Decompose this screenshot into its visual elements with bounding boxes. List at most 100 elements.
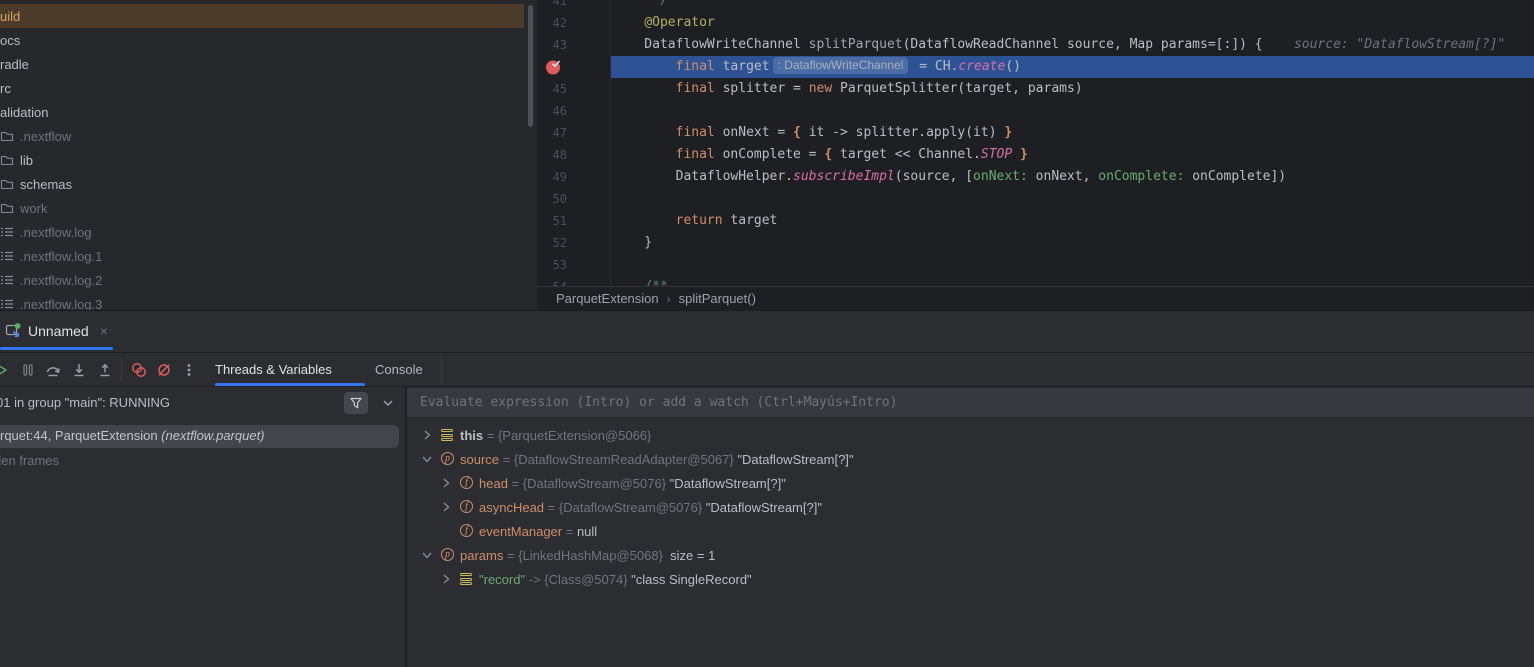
tree-item-label: .nextflow.log.1 (20, 249, 102, 264)
mute-breakpoints-icon[interactable] (156, 362, 172, 378)
debugger-toolbar: Threads & Variables Console (0, 352, 1534, 386)
tab-console[interactable]: Console (375, 353, 423, 386)
code-line-51[interactable]: return target (611, 210, 777, 232)
code-line-43[interactable]: DataflowWriteChannel splitParquet(Datafl… (611, 34, 1505, 56)
tree-item-label: .nextflow (20, 129, 71, 144)
log-file-icon (0, 224, 20, 240)
variable-row[interactable]: pparams = {LinkedHashMap@5068} size = 1 (407, 543, 1534, 567)
line-number: 45 (537, 78, 567, 100)
code-line-53[interactable] (611, 254, 613, 276)
evaluate-expression-bar[interactable] (407, 388, 1534, 418)
code-line-54[interactable]: /** (611, 276, 668, 286)
tab-threads-variables[interactable]: Threads & Variables (215, 353, 332, 386)
chevron-down-icon[interactable] (421, 453, 433, 465)
code-line-50[interactable] (611, 188, 613, 210)
thread-selector[interactable]: 01 in group "main": RUNNING (0, 388, 405, 418)
tree-item-label: lib (20, 153, 33, 168)
code-line-46[interactable] (611, 100, 613, 122)
tree-item-work[interactable]: work (0, 196, 524, 220)
breadcrumb-item-method[interactable]: splitParquet() (679, 291, 756, 306)
variables-tree: this = {ParquetExtension@5066}psource = … (407, 419, 1534, 667)
code-line-47[interactable]: final onNext = { it -> splitter.apply(it… (611, 122, 1012, 144)
tree-scrollbar[interactable] (528, 5, 533, 127)
debug-tab-label: Unnamed (28, 323, 89, 339)
tree-item-uild[interactable]: uild (0, 4, 524, 28)
field-icon: f (460, 524, 474, 538)
debug-tool-window: Unnamed × Threads & Variables Console 01… (0, 310, 1534, 667)
chevron-right-icon[interactable] (440, 573, 452, 585)
code-line-44[interactable]: final target: DataflowWriteChannel = CH.… (611, 56, 1021, 78)
tree-item--nextflow-log-1[interactable]: .nextflow.log.1 (0, 244, 524, 268)
ide-window: uild ocsradle rc alidation .nextflow lib schem… (0, 0, 1534, 667)
code-line-41[interactable]: */ (611, 0, 668, 12)
tree-item-lib[interactable]: lib (0, 148, 524, 172)
tree-item-ocs[interactable]: ocs (0, 28, 524, 52)
chevron-spacer (440, 525, 452, 537)
line-number: 50 (537, 188, 567, 210)
more-icon[interactable] (181, 362, 197, 378)
hidden-frames-label[interactable]: den frames (0, 453, 59, 468)
parameter-icon: p (441, 452, 455, 466)
chevron-down-icon[interactable] (382, 397, 394, 412)
tree-item-label: uild (0, 9, 20, 24)
debug-session-tab[interactable]: Unnamed × (5, 315, 108, 347)
line-number: 51 (537, 210, 567, 232)
variable-row[interactable]: "record" -> {Class@5074} "class SingleRe… (407, 567, 1534, 591)
chevron-right-icon[interactable] (440, 477, 452, 489)
breadcrumb: ParquetExtension › splitParquet() (537, 286, 1534, 310)
debug-session-icon (5, 323, 21, 339)
tree-item-rc[interactable]: rc (0, 76, 524, 100)
code-editor[interactable]: 41424345464748495051525354 */ @Operator … (537, 0, 1534, 286)
variable-text: eventManager = null (479, 524, 597, 539)
step-out-icon[interactable] (97, 362, 113, 378)
code-line-52[interactable]: } (611, 232, 652, 254)
code-line-45[interactable]: final splitter = new ParquetSplitter(tar… (611, 78, 1083, 100)
variable-row[interactable]: fasyncHead = {DataflowStream@5076} "Data… (407, 495, 1534, 519)
step-over-icon[interactable] (45, 362, 61, 378)
line-number: 49 (537, 166, 567, 188)
tree-item-alidation[interactable]: alidation (0, 100, 524, 124)
variable-row[interactable]: fhead = {DataflowStream@5076} "DataflowS… (407, 471, 1534, 495)
tree-item--nextflow-log-2[interactable]: .nextflow.log.2 (0, 268, 524, 292)
folder-icon (0, 176, 20, 192)
chevron-right-icon[interactable] (421, 429, 433, 441)
pause-icon[interactable] (20, 362, 36, 378)
tree-item--nextflow[interactable]: .nextflow (0, 124, 524, 148)
field-icon: f (460, 500, 474, 514)
tree-item-label: .nextflow.log.3 (20, 297, 102, 311)
view-breakpoints-icon[interactable] (131, 362, 147, 378)
folder-icon (0, 200, 20, 216)
line-number: 53 (537, 254, 567, 276)
funnel-icon (349, 396, 363, 410)
resume-icon[interactable] (0, 362, 9, 378)
tree-item-schemas[interactable]: schemas (0, 172, 524, 196)
folder-icon (0, 152, 20, 168)
variable-row[interactable]: this = {ParquetExtension@5066} (407, 423, 1534, 447)
variable-row[interactable]: f eventManager = null (407, 519, 1534, 543)
variable-row[interactable]: psource = {DataflowStreamReadAdapter@506… (407, 447, 1534, 471)
tree-item-radle[interactable]: radle (0, 52, 524, 76)
thread-label: 01 in group "main": RUNNING (0, 395, 170, 410)
line-number: 41 (537, 0, 567, 12)
line-number: 54 (537, 276, 567, 286)
tree-item-label: work (20, 201, 47, 216)
chevron-right-icon[interactable] (440, 501, 452, 513)
step-into-icon[interactable] (71, 362, 87, 378)
object-icon (460, 572, 474, 586)
evaluate-expression-input[interactable] (420, 388, 1520, 417)
tab-threads-variables-label: Threads & Variables (215, 362, 332, 377)
toolbar-separator (121, 358, 122, 382)
close-icon[interactable]: × (100, 323, 108, 339)
tree-item-label: rc (0, 81, 11, 96)
stack-frame-row[interactable]: rquet:44, ParquetExtension (nextflow.par… (0, 425, 399, 448)
tree-item--nextflow-log[interactable]: .nextflow.log (0, 220, 524, 244)
code-line-48[interactable]: final onComplete = { target << Channel.S… (611, 144, 1028, 166)
chevron-down-icon[interactable] (421, 549, 433, 561)
tree-item--nextflow-log-3[interactable]: .nextflow.log.3 (0, 292, 524, 310)
project-tree: uild ocsradle rc alidation .nextflow lib schem… (0, 0, 537, 310)
code-line-49[interactable]: DataflowHelper.subscribeImpl(source, [on… (611, 166, 1286, 188)
breadcrumb-item-class[interactable]: ParquetExtension (556, 291, 659, 306)
breakpoint-icon[interactable] (545, 58, 563, 76)
code-line-42[interactable]: @Operator (611, 12, 715, 34)
filter-frames-button[interactable] (344, 392, 368, 414)
